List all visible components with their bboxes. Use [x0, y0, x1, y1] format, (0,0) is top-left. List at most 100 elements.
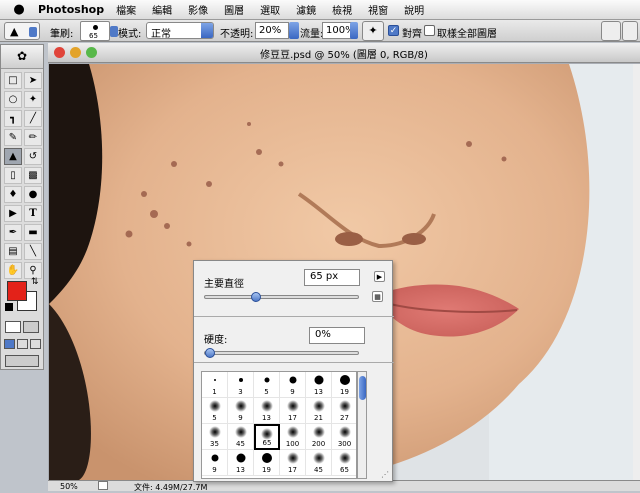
vertical-scrollbar[interactable] — [633, 64, 640, 480]
jump-to-imageready-button[interactable] — [5, 355, 39, 367]
brush-preset-cell[interactable]: 13 — [306, 372, 332, 398]
marquee-tool-icon[interactable]: □ — [4, 72, 22, 89]
eyedropper-tool-icon[interactable]: ╲ — [24, 243, 42, 260]
divider — [194, 316, 394, 317]
flow-stepper[interactable] — [350, 22, 358, 39]
app-menu[interactable]: Photoshop — [38, 3, 104, 16]
menu-view[interactable]: 檢視 — [332, 2, 352, 17]
brush-preset-cell[interactable]: 45 — [306, 450, 332, 476]
menu-edit[interactable]: 編輯 — [152, 2, 172, 17]
zoom-level[interactable]: 50% — [60, 482, 78, 491]
lasso-tool-icon[interactable]: ○ — [4, 91, 22, 108]
brush-preset-cell[interactable]: 5 — [254, 372, 280, 398]
hardness-slider-thumb[interactable] — [205, 348, 215, 358]
history-brush-tool-icon[interactable]: ↺ — [24, 148, 42, 165]
foreground-color-swatch[interactable] — [7, 281, 27, 301]
quick-mask-button[interactable] — [23, 321, 39, 333]
brush-tip-icon — [234, 400, 247, 412]
brush-preset-cell[interactable]: 35 — [202, 424, 228, 450]
brush-tool-icon[interactable]: ✏ — [24, 129, 42, 146]
brush-tip-icon — [213, 379, 216, 381]
palette-well-button-2[interactable] — [622, 21, 638, 41]
hardness-slider[interactable] — [204, 348, 359, 358]
brush-preset-cell[interactable]: 19 — [254, 450, 280, 476]
brush-preset-cell[interactable]: 1 — [202, 372, 228, 398]
brush-preset-cell[interactable]: 65 — [254, 424, 280, 450]
healing-brush-tool-icon[interactable]: ✎ — [4, 129, 22, 146]
standard-mode-button[interactable] — [5, 321, 21, 333]
menu-select[interactable]: 選取 — [260, 2, 280, 17]
diameter-field[interactable]: 65 px — [304, 269, 360, 286]
gradient-tool-icon[interactable]: ▩ — [24, 167, 42, 184]
eraser-tool-icon[interactable]: ▯ — [4, 167, 22, 184]
opacity-stepper[interactable] — [289, 22, 299, 39]
menu-window[interactable]: 視窗 — [368, 2, 388, 17]
slice-tool-icon[interactable]: ╱ — [24, 110, 42, 127]
hardness-field[interactable]: 0% — [309, 327, 365, 344]
screen-mode-1-button[interactable] — [4, 339, 15, 349]
airbrush-button[interactable]: ✦ — [362, 21, 384, 41]
magic-wand-tool-icon[interactable]: ✦ — [24, 91, 42, 108]
brush-tip-icon — [338, 400, 351, 412]
brush-picker[interactable]: 65 — [80, 21, 118, 41]
type-tool-icon[interactable]: T — [24, 205, 42, 222]
palette-well-button[interactable] — [601, 21, 621, 41]
brush-preset-cell[interactable]: 100 — [280, 424, 306, 450]
brush-preset-cell[interactable]: 9 — [280, 372, 306, 398]
apple-menu-icon[interactable]: ● — [8, 2, 30, 17]
shape-tool-icon[interactable]: ▬ — [24, 224, 42, 241]
swap-colors-icon[interactable]: ⇅ — [31, 277, 39, 287]
brush-preset-cell[interactable]: 9 — [228, 398, 254, 424]
brush-preset-cell[interactable]: 17 — [280, 450, 306, 476]
brush-preset-cell[interactable]: 65 — [332, 450, 356, 476]
menu-image[interactable]: 影像 — [188, 2, 208, 17]
updown-arrow-icon — [201, 23, 213, 38]
brush-size-label: 17 — [288, 414, 297, 422]
brush-preset-cell[interactable]: 45 — [228, 424, 254, 450]
menu-filter[interactable]: 濾鏡 — [296, 2, 316, 17]
mode-label: 模式: — [118, 29, 142, 40]
diameter-slider-thumb[interactable] — [251, 292, 262, 302]
diameter-slider[interactable] — [204, 292, 359, 302]
aligned-checkbox[interactable]: ✓ — [388, 25, 399, 36]
brush-preset-cell[interactable]: 17 — [280, 398, 306, 424]
screen-mode-2-button[interactable] — [17, 339, 28, 349]
move-tool-icon[interactable]: ➤ — [24, 72, 42, 89]
brush-preset-cell[interactable]: 9 — [202, 450, 228, 476]
tool-preset-picker[interactable]: ▲ — [4, 22, 40, 40]
menu-file[interactable]: 檔案 — [116, 2, 136, 17]
new-preset-icon[interactable]: ▦ — [372, 291, 383, 302]
brush-preset-cell[interactable]: 13 — [254, 398, 280, 424]
crop-tool-icon[interactable]: ┓ — [4, 110, 22, 127]
preset-grid-scroll-thumb[interactable] — [359, 376, 366, 400]
brush-preset-cell[interactable]: 27 — [332, 398, 356, 424]
sample-all-layers-checkbox[interactable] — [424, 25, 435, 36]
dodge-tool-icon[interactable]: ● — [24, 186, 42, 203]
menu-help[interactable]: 說明 — [404, 2, 424, 17]
brush-preset-cell[interactable]: 13 — [228, 450, 254, 476]
brush-preset-cell[interactable]: 3 — [228, 372, 254, 398]
brush-preset-cell[interactable]: 300 — [332, 424, 356, 450]
brush-size-label: 3 — [238, 388, 243, 396]
brush-size-label: 200 — [311, 440, 326, 448]
menu-layer[interactable]: 圖層 — [224, 2, 244, 17]
panel-menu-icon[interactable]: ▶ — [374, 271, 385, 282]
brush-preset-cell[interactable]: 19 — [332, 372, 356, 398]
pen-tool-icon[interactable]: ✒ — [4, 224, 22, 241]
brush-preset-cell[interactable]: 5 — [202, 398, 228, 424]
mode-select[interactable]: 正常 — [146, 22, 214, 40]
resize-grip-icon[interactable]: ⋰ — [381, 470, 389, 479]
status-menu-icon[interactable] — [98, 481, 108, 490]
brush-tip-icon — [208, 426, 221, 438]
clone-stamp-tool-icon[interactable]: ▲ — [4, 148, 22, 165]
opacity-field[interactable]: 20% — [255, 22, 289, 39]
default-colors-icon[interactable] — [5, 303, 13, 311]
blur-tool-icon[interactable]: ♦ — [4, 186, 22, 203]
notes-tool-icon[interactable]: ▤ — [4, 243, 22, 260]
screen-mode-3-button[interactable] — [30, 339, 41, 349]
preset-grid-scrollbar[interactable] — [357, 371, 367, 479]
path-selection-tool-icon[interactable]: ▶ — [4, 205, 22, 222]
brush-preset-cell[interactable]: 21 — [306, 398, 332, 424]
brush-preset-cell[interactable]: 200 — [306, 424, 332, 450]
hand-tool-icon[interactable]: ✋ — [4, 262, 22, 279]
